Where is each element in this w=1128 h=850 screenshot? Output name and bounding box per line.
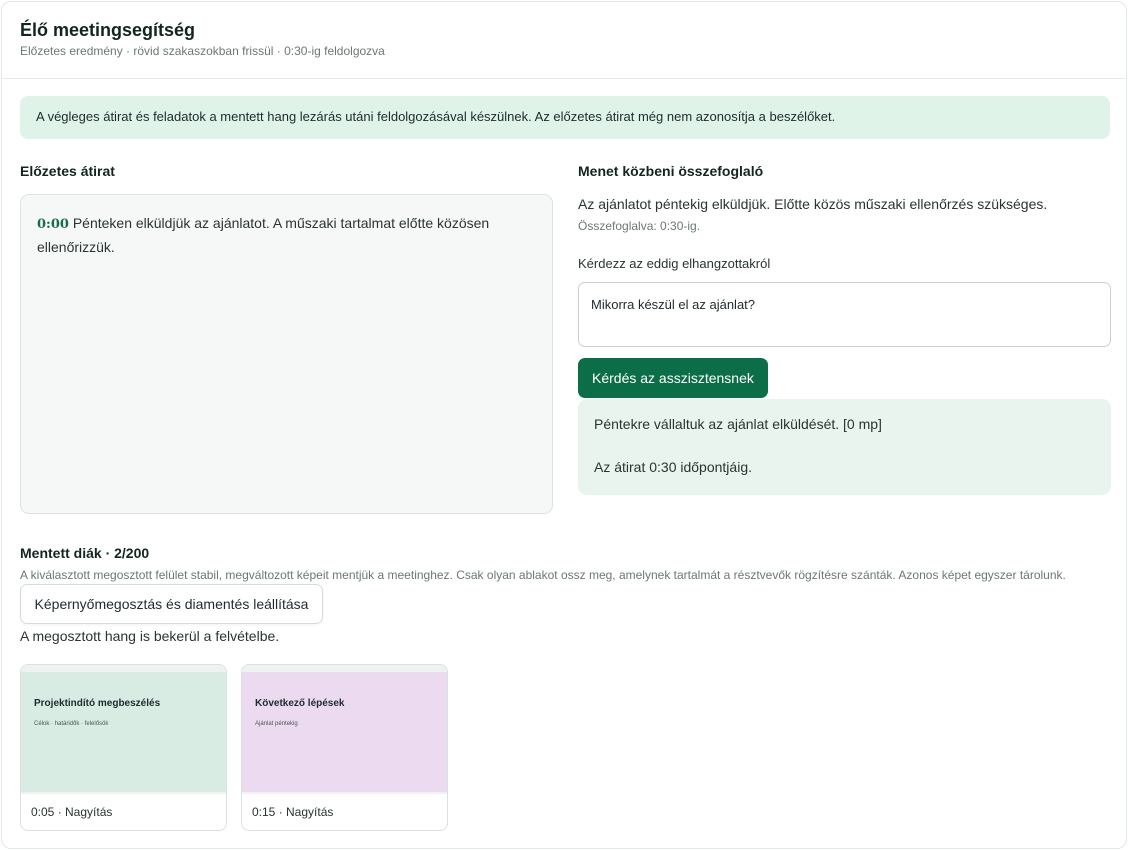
slide-caption[interactable]: 0:05 · Nagyítás bbox=[31, 805, 112, 819]
summary-meta: Összefoglalva: 0:30-ig. bbox=[578, 219, 701, 233]
audio-note: A megosztott hang is bekerül a felvételb… bbox=[20, 628, 280, 644]
slide-subtitle: Ajánlat péntekig bbox=[255, 721, 298, 727]
question-input[interactable] bbox=[578, 282, 1111, 347]
slides-heading: Mentett diák · 2/200 bbox=[20, 545, 150, 561]
answer-text: Péntekre vállaltuk az ajánlat elküldését… bbox=[594, 416, 882, 432]
slide-subtitle: Célok · határidők · felelősök bbox=[34, 721, 109, 727]
answer-scope: Az átirat 0:30 időpontjáig. bbox=[594, 459, 752, 475]
slide-title: Következő lépések bbox=[255, 698, 345, 709]
slides-description: A kiválasztott megosztott felület stabil… bbox=[20, 568, 1066, 582]
transcript-timestamp: 0:00 bbox=[37, 217, 69, 232]
slide-card[interactable]: Projektindító megbeszélés Célok · határi… bbox=[20, 664, 227, 831]
slide-card[interactable]: Következő lépések Ajánlat péntekig 0:15 … bbox=[241, 664, 448, 831]
assistant-answer: Péntekre vállaltuk az ajánlat elküldését… bbox=[578, 399, 1111, 495]
ask-assistant-button[interactable]: Kérdés az asszisztensnek bbox=[578, 358, 768, 398]
transcript-heading: Előzetes átirat bbox=[20, 163, 115, 179]
summary-heading: Menet közbeni összefoglaló bbox=[578, 163, 764, 179]
slide-title: Projektindító megbeszélés bbox=[34, 698, 161, 709]
transcript-box: 0:00 Pénteken elküldjük az ajánlatot. A … bbox=[20, 194, 553, 514]
transcript-entry: 0:00 Pénteken elküldjük az ajánlatot. A … bbox=[37, 212, 536, 258]
header: Élő meetingsegítség Előzetes eredmény · … bbox=[2, 2, 1126, 79]
page-title: Élő meetingsegítség bbox=[20, 20, 196, 40]
info-notice: A végleges átirat és feladatok a mentett… bbox=[20, 96, 1110, 139]
slide-thumbnail-frame: Következő lépések Ajánlat péntekig bbox=[242, 665, 447, 794]
meeting-assistant-panel: Élő meetingsegítség Előzetes eredmény · … bbox=[1, 1, 1127, 849]
stop-screenshare-button[interactable]: Képernyőmegosztás és diamentés leállítás… bbox=[20, 584, 323, 624]
slide-thumbnail[interactable]: Következő lépések Ajánlat péntekig bbox=[242, 672, 447, 792]
slide-thumbnail[interactable]: Projektindító megbeszélés Célok · határi… bbox=[21, 672, 226, 792]
question-label: Kérdezz az eddig elhangzottakról bbox=[578, 256, 771, 271]
page-subtitle: Előzetes eredmény · rövid szakaszokban f… bbox=[20, 44, 385, 58]
summary-text: Az ajánlatot péntekig elküldjük. Előtte … bbox=[578, 196, 1048, 212]
transcript-text: Pénteken elküldjük az ajánlatot. A műsza… bbox=[37, 215, 490, 255]
slide-thumbnail-frame: Projektindító megbeszélés Célok · határi… bbox=[21, 665, 226, 794]
slide-caption[interactable]: 0:15 · Nagyítás bbox=[252, 805, 333, 819]
